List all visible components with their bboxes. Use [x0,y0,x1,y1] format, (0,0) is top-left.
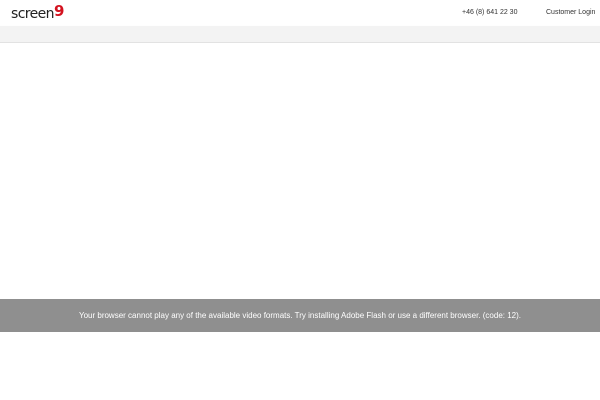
logo-nine-mark: 9 [53,2,65,20]
logo-wordmark: screen [11,6,55,22]
site-header: screen 9 +46 (8) 641 22 30 Customer Login [0,0,600,26]
player-error-message: Your browser cannot play any of the avai… [78,310,522,320]
screen9-logo[interactable]: screen 9 [11,2,65,22]
player-error-bar: Your browser cannot play any of the avai… [0,299,600,332]
customer-login-link[interactable]: Customer Login [546,8,595,18]
page: screen 9 +46 (8) 641 22 30 Customer Login… [0,0,600,400]
video-player[interactable] [0,43,600,299]
phone-number: +46 (8) 641 22 30 [462,9,518,16]
navigation-bar [0,26,600,43]
